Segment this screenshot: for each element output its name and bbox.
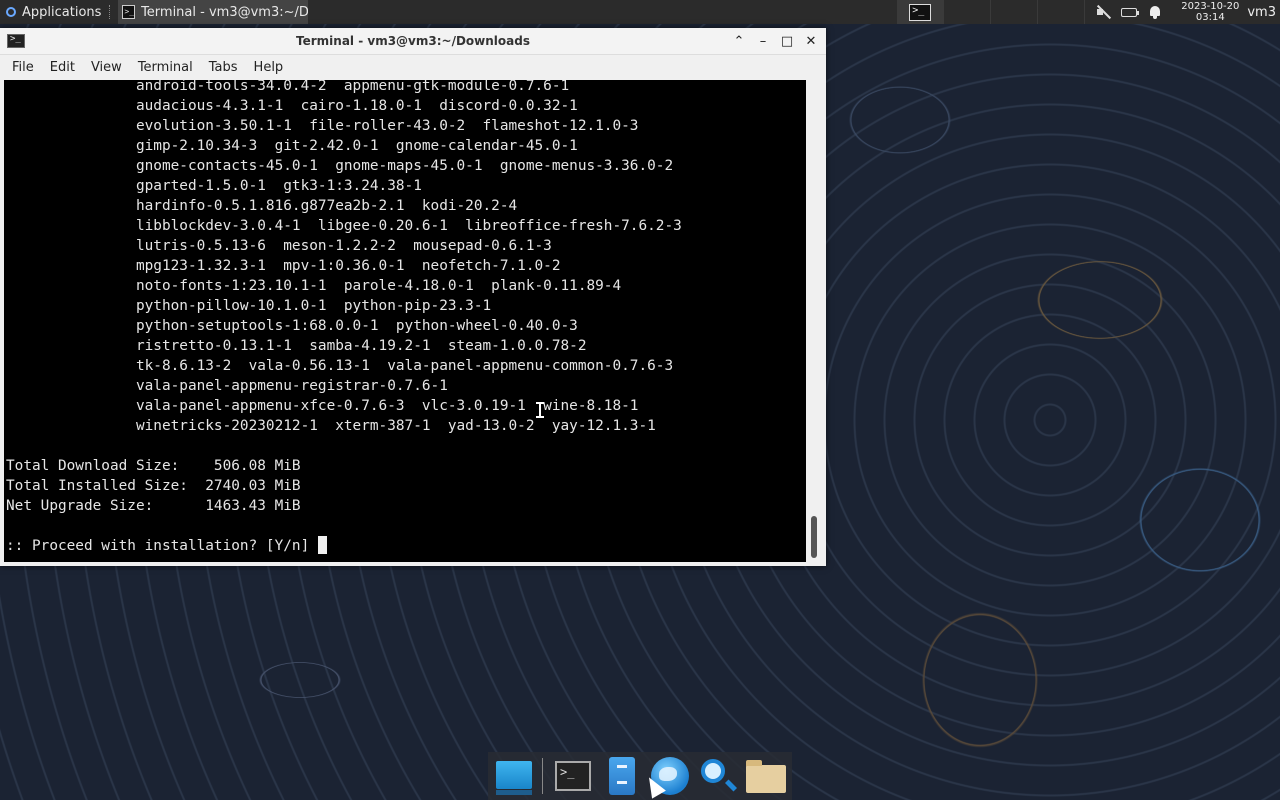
menu-bar: File Edit View Terminal Tabs Help <box>0 55 826 79</box>
battery-icon[interactable] <box>1121 7 1140 17</box>
terminal-line: Total Installed Size: 2740.03 MiB <box>6 478 301 494</box>
window-titlebar[interactable]: Terminal - vm3@vm3:~/Downloads ⌃ – □ ✕ <box>0 28 826 55</box>
minimize-button[interactable]: – <box>754 32 772 50</box>
dock <box>488 752 792 800</box>
dock-terminal-button[interactable] <box>551 755 593 797</box>
user-menu[interactable]: vm3 <box>1247 5 1280 20</box>
text-cursor-icon <box>536 402 544 418</box>
menu-view[interactable]: View <box>83 60 130 75</box>
workspace-2-button[interactable] <box>944 0 992 24</box>
menu-file[interactable]: File <box>4 60 42 75</box>
top-panel: Applications >_ Terminal - vm3@vm3:~/D..… <box>0 0 1280 24</box>
maximize-button[interactable]: □ <box>778 32 796 50</box>
window-title: Terminal - vm3@vm3:~/Downloads <box>296 34 530 48</box>
folder-icon <box>746 760 786 793</box>
app-finder-icon <box>701 759 725 783</box>
applications-menu[interactable]: Applications <box>0 0 107 24</box>
dock-file-cabinet-button[interactable] <box>599 755 641 797</box>
clock-date: 2023-10-20 <box>1181 1 1240 12</box>
terminal-line: gnome-contacts-45.0-1 gnome-maps-45.0-1 … <box>6 158 674 174</box>
workspace-3-button[interactable] <box>991 0 1039 24</box>
shade-button[interactable]: ⌃ <box>730 32 748 50</box>
workspace-1-button[interactable] <box>897 0 945 24</box>
terminal-line: gimp-2.10.34-3 git-2.42.0-1 gnome-calend… <box>6 138 578 154</box>
terminal-prompt: :: Proceed with installation? [Y/n] <box>6 538 318 554</box>
terminal-line: mpg123-1.32.3-1 mpv-1:0.36.0-1 neofetch-… <box>6 258 561 274</box>
panel-separator <box>109 5 116 19</box>
xfce-logo-icon <box>4 5 18 19</box>
terminal-line: android-tools-34.0.4-2 appmenu-gtk-modul… <box>6 80 570 94</box>
workspace-terminal-icon <box>909 3 932 21</box>
dock-app-finder-button[interactable] <box>695 755 737 797</box>
terminal-icon: >_ <box>122 5 136 19</box>
close-button[interactable]: ✕ <box>802 32 820 50</box>
menu-help[interactable]: Help <box>246 60 292 75</box>
volume-muted-icon[interactable] <box>1095 5 1111 19</box>
terminal-window: Terminal - vm3@vm3:~/Downloads ⌃ – □ ✕ F… <box>0 28 826 566</box>
terminal-prompt-line: :: Proceed with installation? [Y/n] <box>4 536 806 556</box>
terminal-line: noto-fonts-1:23.10.1-1 parole-4.18.0-1 p… <box>6 278 622 294</box>
taskbar-terminal-title: Terminal - vm3@vm3:~/D... <box>141 4 309 20</box>
menu-terminal[interactable]: Terminal <box>130 60 201 75</box>
terminal-line: gparted-1.5.0-1 gtk3-1:3.24.38-1 <box>6 178 422 194</box>
terminal-line: vala-panel-appmenu-registrar-0.7.6-1 <box>6 378 448 394</box>
desktop-icon <box>496 761 532 795</box>
menu-edit[interactable]: Edit <box>42 60 83 75</box>
terminal-line: vala-panel-appmenu-xfce-0.7.6-3 vlc-3.0.… <box>6 398 639 414</box>
notification-bell-icon[interactable] <box>1147 5 1163 19</box>
file-cabinet-icon <box>609 757 635 795</box>
panel-right: 2023-10-20 03:14 vm3 <box>897 0 1280 24</box>
terminal-cursor <box>317 536 327 554</box>
terminal-line: lutris-0.5.13-6 meson-1.2.2-2 mousepad-0… <box>6 238 552 254</box>
workspace-4-button[interactable] <box>1038 0 1086 24</box>
terminal-line: hardinfo-0.5.1.816.g877ea2b-2.1 kodi-20.… <box>6 198 518 214</box>
system-tray <box>1085 5 1173 19</box>
terminal-line: libblockdev-3.0.4-1 libgee-0.20.6-1 libr… <box>6 218 682 234</box>
clock-time: 03:14 <box>1195 12 1225 23</box>
terminal-line: winetricks-20230212-1 xterm-387-1 yad-13… <box>6 418 656 434</box>
terminal-line: Net Upgrade Size: 1463.43 MiB <box>6 498 301 514</box>
terminal-line: Total Download Size: 506.08 MiB <box>6 458 301 474</box>
terminal-icon <box>555 761 591 791</box>
dock-separator <box>542 758 543 794</box>
window-controls: ⌃ – □ ✕ <box>730 32 820 50</box>
terminal-scrollbar[interactable] <box>806 80 822 562</box>
terminal-line: evolution-3.50.1-1 file-roller-43.0-2 fl… <box>6 118 639 134</box>
show-desktop-button[interactable] <box>492 755 534 797</box>
taskbar-terminal-button[interactable]: >_ Terminal - vm3@vm3:~/D... <box>118 0 309 24</box>
dock-file-manager-button[interactable] <box>743 755 786 797</box>
terminal-line: audacious-4.3.1-1 cairo-1.18.0-1 discord… <box>6 98 578 114</box>
applications-label: Applications <box>22 4 102 20</box>
terminal-line: python-setuptools-1:68.0.0-1 python-whee… <box>6 318 578 334</box>
terminal-line: tk-8.6.13-2 vala-0.56.13-1 vala-panel-ap… <box>6 358 674 374</box>
terminal-line: ristretto-0.13.1-1 samba-4.19.2-1 steam-… <box>6 338 587 354</box>
terminal-output[interactable]: android-tools-34.0.4-2 appmenu-gtk-modul… <box>4 80 806 562</box>
scrollbar-thumb[interactable] <box>811 516 817 558</box>
menu-tabs[interactable]: Tabs <box>201 60 246 75</box>
clock[interactable]: 2023-10-20 03:14 <box>1173 1 1247 23</box>
terminal-line: python-pillow-10.1.0-1 python-pip-23.3-1 <box>6 298 492 314</box>
